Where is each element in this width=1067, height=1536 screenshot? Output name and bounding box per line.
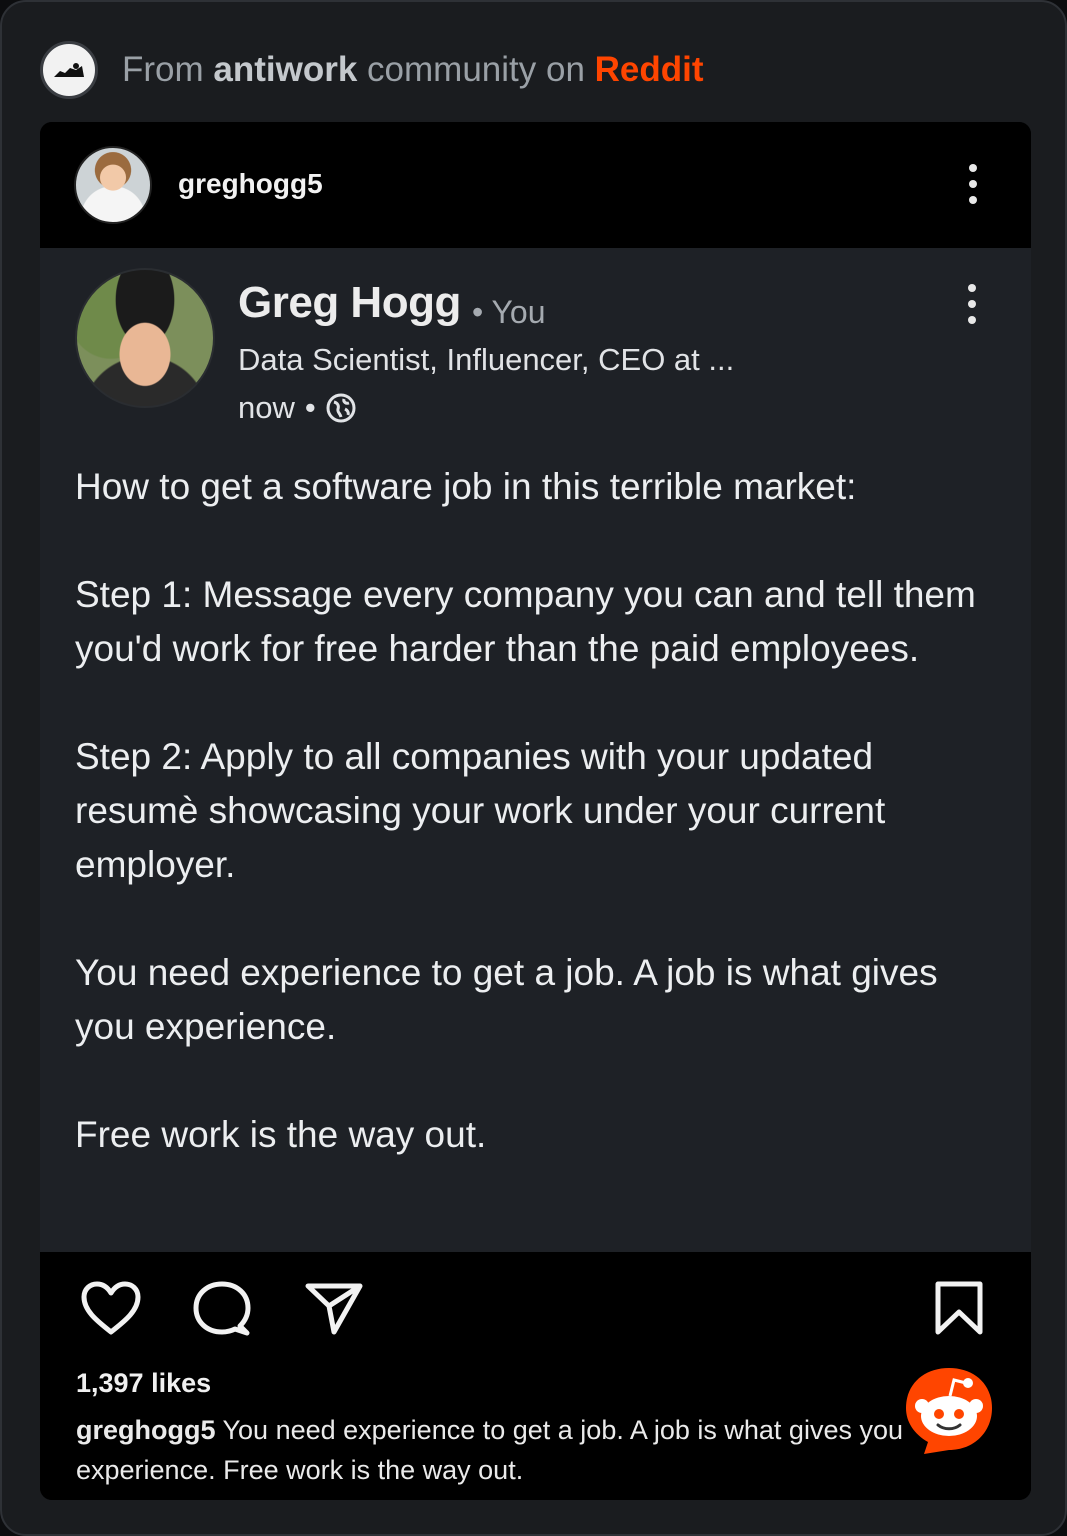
author-headline: Data Scientist, Influencer, CEO at ... [238,342,735,377]
community-name[interactable]: antiwork [213,50,357,89]
caption-username[interactable]: greghogg5 [76,1415,216,1445]
body-paragraph: Free work is the way out. [75,1114,487,1155]
post-meta: now • [238,390,356,426]
post-caption: greghogg5 You need experience to get a j… [76,1410,956,1490]
post-card: greghogg5 Greg Hogg • You Data Scientist… [40,122,1031,1500]
share-frame: From antiwork community on Reddit gregho… [0,0,1067,1536]
heart-icon[interactable] [80,1280,142,1336]
body-paragraph: Step 1: Message every company you can an… [75,574,976,669]
source-prefix: From [122,50,204,89]
body-paragraph: How to get a software job in this terrib… [75,466,857,507]
more-vertical-icon[interactable] [966,164,980,204]
comment-icon[interactable] [192,1280,252,1338]
source-attribution[interactable]: From antiwork community on Reddit [40,40,704,100]
likes-count[interactable]: 1,397 likes [76,1368,211,1399]
post-username[interactable]: greghogg5 [178,168,323,200]
body-paragraph: Step 2: Apply to all companies with your… [75,736,886,885]
post-header: greghogg5 [40,122,1031,248]
platform-name[interactable]: Reddit [595,50,704,89]
send-icon[interactable] [304,1280,364,1336]
post-time: now [238,390,295,425]
author-avatar [75,268,215,408]
reddit-snoo-icon[interactable] [902,1364,996,1458]
linkedin-post-image: Greg Hogg • You Data Scientist, Influenc… [40,248,1031,1252]
more-vertical-icon [965,284,979,324]
author-relation: • You [472,294,546,330]
action-bar: 1,397 likes greghogg5 You need experienc… [40,1252,1031,1500]
source-middle: community on [367,50,585,89]
bookmark-icon[interactable] [934,1280,984,1336]
body-paragraph: You need experience to get a job. A job … [75,952,938,1047]
avatar[interactable] [74,146,152,224]
author-name: Greg Hogg [238,278,461,327]
globe-icon [326,393,356,423]
post-body: How to get a software job in this terrib… [75,460,1005,1216]
antiwork-community-icon [40,41,98,99]
